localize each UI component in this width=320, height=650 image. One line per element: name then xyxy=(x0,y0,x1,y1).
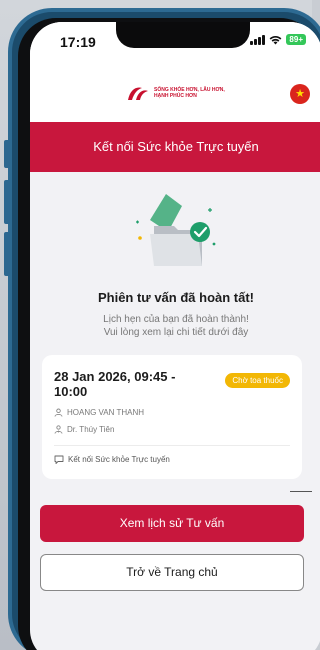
aia-logo: SỐNG KHỎE HƠN, LÂU HƠN, HẠNH PHÚC HƠN xyxy=(126,84,225,102)
wifi-icon xyxy=(270,35,282,44)
vietnam-flag-icon[interactable]: ★ xyxy=(290,84,310,104)
doctor-icon xyxy=(54,425,63,434)
page-title: Kết nối Sức khỏe Trực tuyến xyxy=(93,139,259,154)
battery-icon: 89+ xyxy=(286,34,306,45)
completion-desc-line2: Vui lòng xem lại chi tiết dưới đây xyxy=(103,327,249,338)
service-name: Kết nối Sức khỏe Trực tuyến xyxy=(68,455,170,464)
back-home-button[interactable]: Trở về Trang chủ xyxy=(40,554,304,591)
appointment-datetime: 28 Jan 2026, 09:45 - 10:00 xyxy=(54,369,214,399)
status-bar: 17:19 89+ xyxy=(30,22,320,64)
appointment-datetime-line1: 28 Jan 2026, 09:45 - xyxy=(54,369,176,384)
appointment-datetime-line2: 10:00 xyxy=(54,384,88,399)
aia-logo-mark xyxy=(128,87,148,100)
user-icon xyxy=(54,408,63,417)
service-row: Kết nối Sức khỏe Trực tuyến xyxy=(54,455,170,464)
chat-icon xyxy=(54,455,64,464)
app-header: SỐNG KHỎE HƠN, LÂU HƠN, HẠNH PHÚC HƠN ★ xyxy=(30,64,320,122)
card-divider xyxy=(54,445,290,446)
completion-desc-line1: Lịch hẹn của bạn đã hoàn thành! xyxy=(103,314,249,325)
doctor-name: Dr. Thúy Tiên xyxy=(67,425,115,434)
page-banner: Kết nối Sức khỏe Trực tuyến xyxy=(30,122,320,172)
annotation-pointer xyxy=(290,491,312,492)
folder-check-illustration xyxy=(136,194,216,266)
doctor-row: Dr. Thúy Tiên xyxy=(54,425,114,434)
phone-side-button xyxy=(4,140,10,168)
appointment-card[interactable]: 28 Jan 2026, 09:45 - 10:00 Chờ toa thuốc… xyxy=(42,355,302,479)
signal-icon xyxy=(250,34,266,45)
completion-title: Phiên tư vấn đã hoàn tất! xyxy=(97,290,255,305)
status-badge: Chờ toa thuốc xyxy=(225,373,290,388)
status-icons: 89+ xyxy=(250,34,306,45)
status-time: 17:19 xyxy=(60,34,96,50)
patient-name: HOANG VAN THANH xyxy=(67,408,145,417)
view-history-button[interactable]: Xem lịch sử Tư vấn xyxy=(40,505,304,542)
completion-description: Lịch hẹn của bạn đã hoàn thành! Vui lòng… xyxy=(30,313,320,339)
logo-tagline-2: HẠNH PHÚC HƠN xyxy=(154,93,197,99)
app-screen: 17:19 89+ SỐNG KHỎE HƠN, LÂU HƠN, HẠNH P… xyxy=(30,22,320,650)
phone-volume-down xyxy=(4,232,10,276)
patient-row: HOANG VAN THANH xyxy=(54,408,144,417)
phone-volume-up xyxy=(4,180,10,224)
camera-notch xyxy=(116,22,250,48)
